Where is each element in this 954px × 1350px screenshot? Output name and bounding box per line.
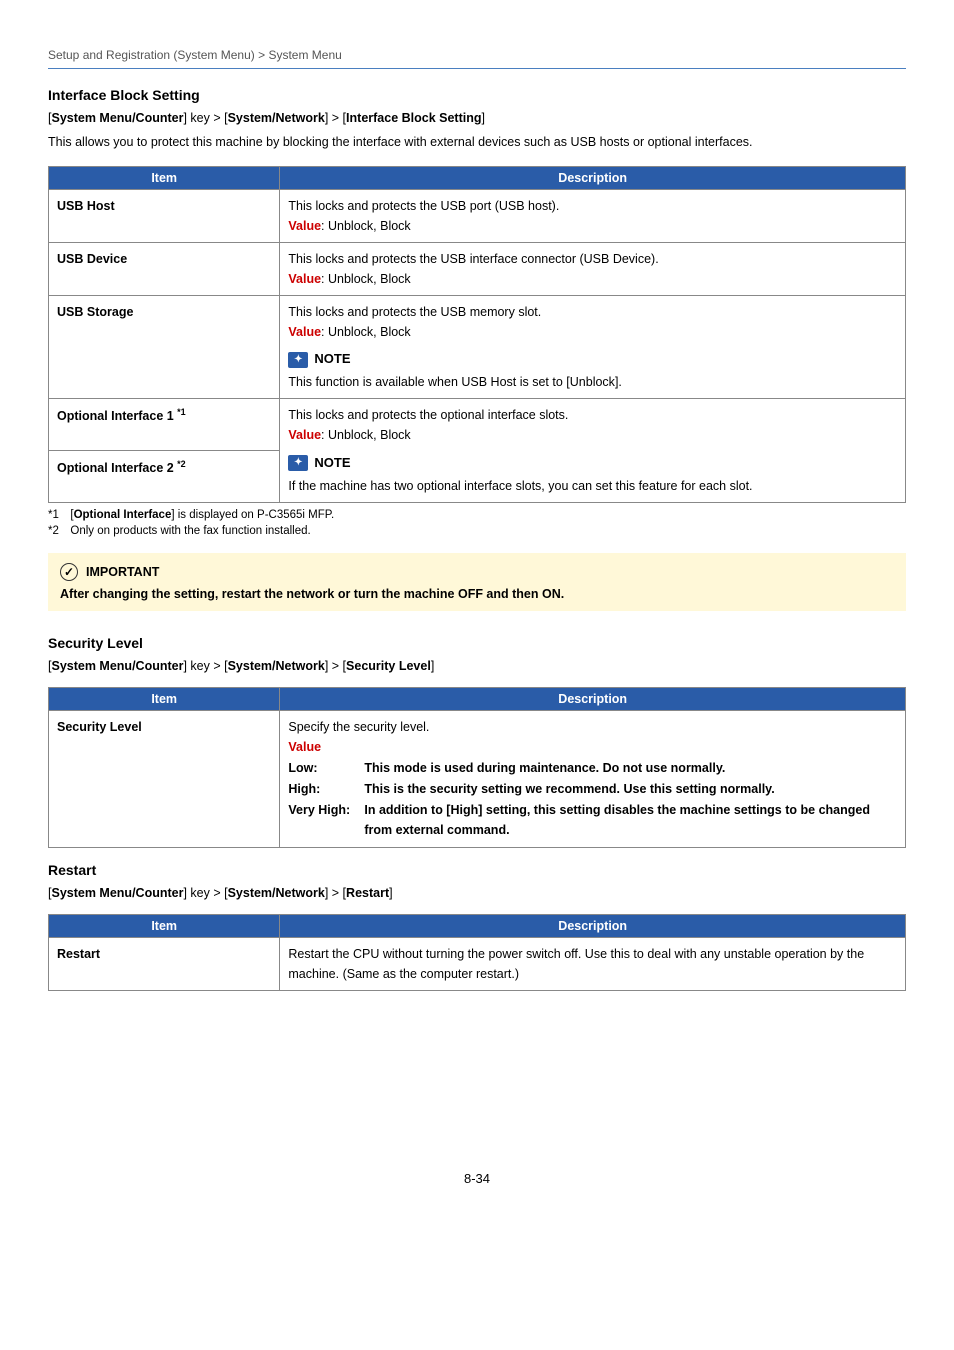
path-key: System/Network — [228, 886, 325, 900]
desc-text: This locks and protects the optional int… — [288, 408, 568, 422]
footnote: *1 [Optional Interface] is displayed on … — [48, 507, 906, 523]
col-header-description: Description — [280, 166, 906, 189]
path-key: Security Level — [346, 659, 431, 673]
cell-desc: This locks and protects the USB interfac… — [280, 242, 906, 295]
note-title: NOTE — [314, 349, 350, 370]
value-label: Value — [288, 325, 321, 339]
important-body: After changing the setting, restart the … — [60, 587, 894, 601]
value-text: Unblock, Block — [328, 325, 411, 339]
col-header-item: Item — [49, 687, 280, 710]
value-label: Value — [288, 272, 321, 286]
desc-text: Specify the security level. — [288, 720, 429, 734]
table-row: Optional Interface 1 *1 This locks and p… — [49, 399, 906, 451]
path-key: System/Network — [228, 111, 325, 125]
cell-item: USB Storage — [49, 295, 280, 398]
table-restart: Item Description Restart Restart the CPU… — [48, 914, 906, 991]
cell-item: Restart — [49, 937, 280, 990]
desc-text: This locks and protects the USB interfac… — [288, 252, 658, 266]
col-header-item: Item — [49, 914, 280, 937]
value-text: : — [321, 428, 328, 442]
cell-item: Optional Interface 1 *1 — [49, 399, 280, 451]
path-key: System/Network — [228, 659, 325, 673]
cell-desc: This locks and protects the optional int… — [280, 399, 906, 502]
cell-item: Optional Interface 2 *2 — [49, 450, 280, 502]
fn-text: ] is displayed on P-C3565i MFP. — [171, 509, 334, 521]
value-term: Very High: — [288, 800, 358, 840]
value-text: Unblock, Block — [328, 219, 411, 233]
table-row: Security Level Specify the security leve… — [49, 710, 906, 847]
path-key: Restart — [346, 886, 389, 900]
note-text: This function is available when USB Host… — [288, 375, 569, 389]
item-text: Optional Interface 2 — [57, 461, 177, 475]
desc-text: This locks and protects the USB memory s… — [288, 305, 541, 319]
fn-text: Optional Interface — [74, 509, 172, 521]
value-text: : — [321, 325, 328, 339]
cell-item: USB Device — [49, 242, 280, 295]
value-term: High: — [288, 779, 358, 799]
table-row: USB Host This locks and protects the USB… — [49, 189, 906, 242]
note-title: NOTE — [314, 453, 350, 474]
value-text: : — [321, 272, 328, 286]
path-key: System Menu/Counter — [51, 659, 183, 673]
value-term: Low: — [288, 758, 358, 778]
col-header-description: Description — [280, 687, 906, 710]
note-text: ]. — [615, 375, 622, 389]
value-text: Unblock, Block — [328, 428, 411, 442]
table-interface-block: Item Description USB Host This locks and… — [48, 166, 906, 503]
heading-interface-block: Interface Block Setting — [48, 87, 906, 103]
value-text: : — [321, 219, 328, 233]
check-circle-icon: ✓ — [60, 563, 78, 581]
cell-desc: This locks and protects the USB port (US… — [280, 189, 906, 242]
heading-restart: Restart — [48, 862, 906, 878]
cell-desc: Restart the CPU without turning the powe… — [280, 937, 906, 990]
cell-item: USB Host — [49, 189, 280, 242]
path-key: System Menu/Counter — [51, 111, 183, 125]
note-text: Unblock — [570, 375, 615, 389]
path-text: ] key > [ — [183, 111, 227, 125]
path-key: Interface Block Setting — [346, 111, 481, 125]
value-label: Value — [288, 219, 321, 233]
nav-path-restart: [System Menu/Counter] key > [System/Netw… — [48, 886, 906, 900]
fn-text: *1 [ — [48, 509, 74, 521]
superscript: *2 — [177, 459, 186, 469]
value-label: Value — [288, 740, 321, 754]
cell-desc: This locks and protects the USB memory s… — [280, 295, 906, 398]
note-body: If the machine has two optional interfac… — [288, 476, 897, 496]
desc-text: This locks and protects the USB port (US… — [288, 199, 559, 213]
path-text: ] — [482, 111, 485, 125]
breadcrumb: Setup and Registration (System Menu) > S… — [48, 48, 906, 69]
path-text: ] > [ — [325, 111, 346, 125]
table-row: USB Storage This locks and protects the … — [49, 295, 906, 398]
table-security-level: Item Description Security Level Specify … — [48, 687, 906, 848]
heading-security-level: Security Level — [48, 635, 906, 651]
value-desc: In addition to [High] setting, this sett… — [364, 800, 897, 840]
cell-desc: Specify the security level. Value Low: Th… — [280, 710, 906, 847]
value-desc: This mode is used during maintenance. Do… — [364, 758, 897, 778]
cell-item: Security Level — [49, 710, 280, 847]
superscript: *1 — [177, 407, 186, 417]
value-label: Value — [288, 428, 321, 442]
table-row: USB Device This locks and protects the U… — [49, 242, 906, 295]
note-icon: ✦ — [288, 455, 308, 471]
note-body: This function is available when USB Host… — [288, 372, 897, 392]
note-icon: ✦ — [288, 352, 308, 368]
footnotes: *1 [Optional Interface] is displayed on … — [48, 507, 906, 539]
item-text: Optional Interface 1 — [57, 409, 177, 423]
section-lead: This allows you to protect this machine … — [48, 133, 906, 152]
nav-path-security-level: [System Menu/Counter] key > [System/Netw… — [48, 659, 906, 673]
page-number: 8-34 — [48, 1171, 906, 1186]
important-callout: ✓ IMPORTANT After changing the setting, … — [48, 553, 906, 611]
footnote: *2 Only on products with the fax functio… — [48, 523, 906, 539]
path-key: System Menu/Counter — [51, 886, 183, 900]
nav-path-interface-block: [System Menu/Counter] key > [System/Netw… — [48, 111, 906, 125]
col-header-description: Description — [280, 914, 906, 937]
col-header-item: Item — [49, 166, 280, 189]
important-title: IMPORTANT — [86, 565, 159, 579]
value-desc: This is the security setting we recommen… — [364, 779, 897, 799]
table-row: Restart Restart the CPU without turning … — [49, 937, 906, 990]
value-text: Unblock, Block — [328, 272, 411, 286]
